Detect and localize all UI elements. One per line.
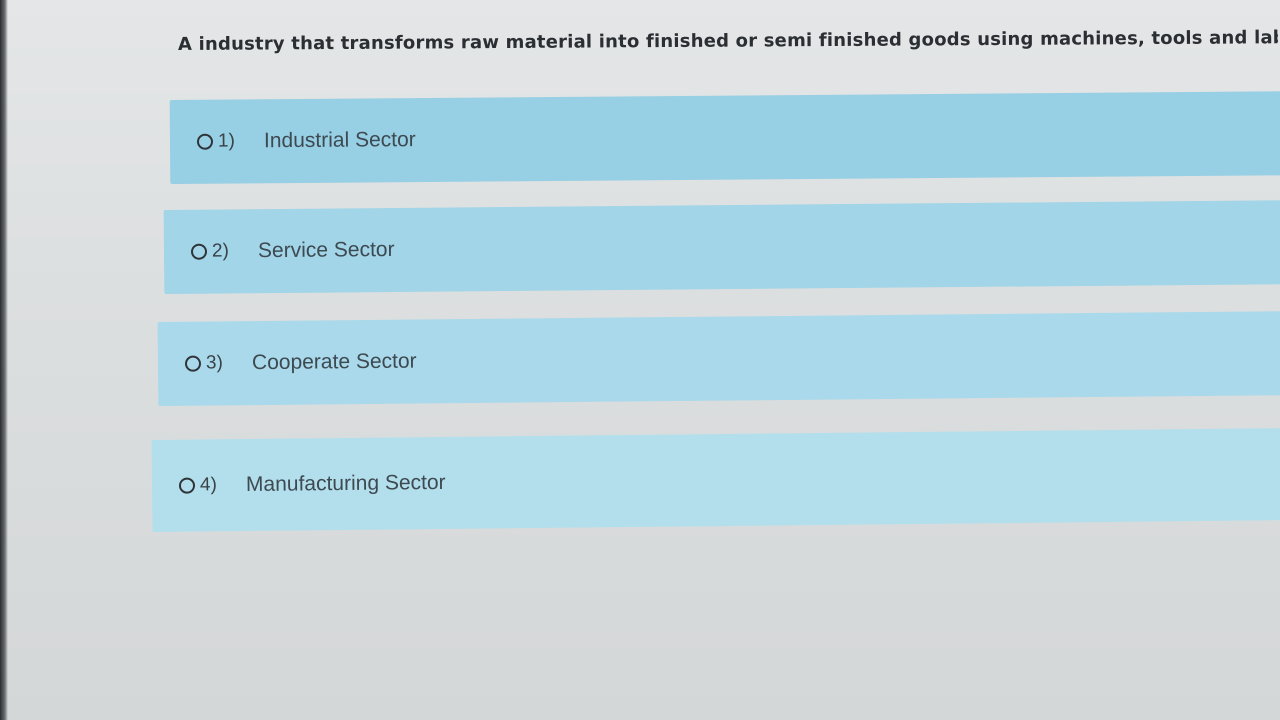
answer-options: 1) Industrial Sector 2) Service Sector 3…	[0, 0, 1280, 720]
option-1[interactable]: 1) Industrial Sector	[169, 91, 1280, 184]
option-label: Industrial Sector	[263, 128, 416, 153]
option-2[interactable]: 2) Service Sector	[163, 200, 1280, 294]
option-number: 1)	[217, 130, 235, 152]
option-label: Service Sector	[257, 237, 395, 263]
option-3[interactable]: 3) Cooperate Sector	[157, 311, 1280, 406]
option-number: 3)	[205, 352, 223, 374]
option-4[interactable]: 4) Manufacturing Sector	[151, 428, 1280, 532]
radio-unselected-icon[interactable]	[196, 133, 214, 150]
option-number: 2)	[211, 240, 229, 262]
option-label: Manufacturing Sector	[245, 470, 446, 497]
radio-unselected-icon[interactable]	[184, 355, 202, 372]
option-number: 4)	[199, 474, 218, 496]
radio-unselected-icon[interactable]	[190, 243, 208, 260]
radio-unselected-icon[interactable]	[178, 477, 196, 494]
option-label: Cooperate Sector	[251, 349, 417, 375]
